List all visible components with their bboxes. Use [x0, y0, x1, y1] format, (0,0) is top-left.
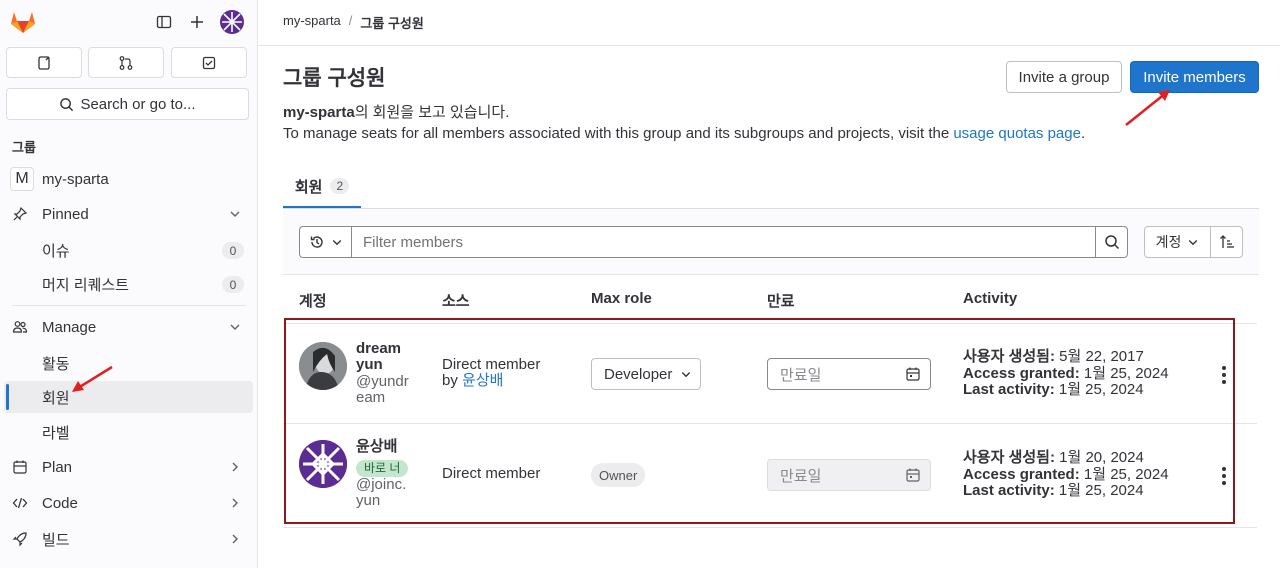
sidebar-build[interactable]: 빌드	[4, 523, 253, 555]
desc-group-name: my-sparta	[283, 104, 355, 121]
sidebar-manage[interactable]: Manage	[4, 311, 253, 343]
sidebar-item-merge-requests[interactable]: 머지 리퀘스트 0	[4, 268, 253, 300]
plan-label: Plan	[42, 458, 73, 476]
invite-group-button[interactable]: Invite a group	[1006, 61, 1122, 93]
pin-icon	[13, 206, 28, 221]
count-badge: 0	[222, 242, 244, 259]
count-badge: 0	[222, 276, 244, 293]
row-divider	[283, 527, 1257, 528]
sidebar-item-label: 이슈	[42, 242, 70, 260]
sidebar-group-link[interactable]: M my-sparta	[4, 163, 253, 195]
sidebar-pinned[interactable]: Pinned	[4, 198, 253, 230]
rocket-icon	[12, 532, 27, 547]
chevron-down-icon	[1189, 240, 1198, 246]
annotation-highlight-box	[284, 318, 1235, 524]
desc-line2-suffix: .	[1080, 125, 1086, 142]
header-source: 소스	[442, 293, 470, 310]
todo-icon	[202, 56, 216, 69]
search-icon	[60, 97, 74, 111]
tab-label: 회원	[294, 178, 323, 196]
group-initial-avatar: M	[10, 167, 34, 191]
page-title: 그룹 구성원	[283, 67, 386, 90]
breadcrumb-current[interactable]: 그룹 구성원	[360, 13, 423, 32]
gitlab-logo-icon[interactable]	[10, 10, 36, 34]
recent-searches-button[interactable]	[299, 226, 352, 258]
sidebar-item-issues[interactable]: 이슈 0	[4, 234, 253, 266]
sidebar-item-label: 머지 리퀘스트	[42, 276, 129, 294]
todo-shortcut-button[interactable]	[171, 47, 247, 78]
issues-icon	[38, 55, 50, 70]
usage-quotas-link[interactable]: usage quotas page	[953, 125, 1081, 142]
section-label: 그룹	[12, 140, 36, 155]
manage-label: Manage	[42, 318, 97, 336]
chevron-down-icon	[230, 211, 240, 217]
group-name: my-sparta	[42, 170, 109, 188]
sort-dropdown[interactable]: 계정	[1144, 226, 1211, 258]
sidebar-item-labels[interactable]: 라벨	[4, 416, 253, 448]
merge-request-icon	[119, 55, 133, 70]
search-label: Search or go to...	[80, 95, 196, 113]
annotation-arrow-icon	[1125, 90, 1170, 126]
sidebar-item-activity[interactable]: 활동	[4, 347, 253, 379]
code-icon	[12, 497, 28, 509]
sidebar-code[interactable]: Code	[4, 487, 253, 519]
chevron-right-icon	[232, 534, 238, 544]
chevron-down-icon	[332, 240, 342, 246]
history-icon	[310, 236, 323, 248]
calendar-icon	[13, 460, 27, 474]
pinned-label: Pinned	[42, 205, 89, 223]
chevron-down-icon	[230, 324, 240, 330]
users-icon	[12, 321, 28, 333]
tab-members[interactable]: 회원 2	[283, 166, 361, 208]
active-indicator	[6, 384, 9, 410]
annotation-arrow-icon	[72, 365, 113, 392]
code-label: Code	[42, 494, 78, 512]
filter-placeholder: Filter members	[363, 233, 464, 251]
breadcrumb-separator: /	[348, 13, 353, 28]
sidebar-toggle-icon[interactable]	[154, 12, 174, 32]
breadcrumb-root[interactable]: my-sparta	[283, 13, 341, 32]
page-description: my-sparta의 회원을 보고 있습니다. To manage seats …	[283, 102, 1085, 144]
build-label: 빌드	[42, 531, 70, 549]
desc-suffix: 의 회원을 보고 있습니다.	[354, 104, 510, 121]
sidebar-item-members[interactable]: 회원	[4, 381, 253, 413]
tab-count-badge: 2	[330, 178, 350, 194]
merge-requests-shortcut-button[interactable]	[88, 47, 164, 78]
sort-label: 계정	[1155, 234, 1182, 250]
sort-lowest-icon	[1219, 235, 1234, 248]
header-max-role: Max role	[591, 290, 652, 307]
issues-shortcut-button[interactable]	[6, 47, 82, 78]
sidebar-plan[interactable]: Plan	[4, 451, 253, 483]
header-divider	[258, 45, 1280, 46]
user-avatar[interactable]	[220, 10, 244, 34]
plus-icon[interactable]	[187, 12, 207, 32]
header-activity: Activity	[963, 290, 1018, 307]
divider	[12, 305, 246, 306]
filter-search-button[interactable]	[1095, 226, 1128, 258]
filter-members-input[interactable]: Filter members	[351, 226, 1096, 258]
search-button[interactable]: Search or go to...	[6, 88, 249, 120]
chevron-right-icon	[232, 498, 238, 508]
header-expiration: 만료	[767, 293, 795, 310]
desc-line2: To manage seats for all members associat…	[283, 125, 954, 142]
breadcrumb: my-sparta / 그룹 구성원	[283, 13, 424, 32]
header-account: 계정	[299, 293, 327, 310]
sidebar: Search or go to... 그룹 M my-sparta Pinned…	[0, 0, 258, 568]
search-icon	[1104, 235, 1119, 250]
sort-direction-button[interactable]	[1210, 226, 1243, 258]
chevron-right-icon	[232, 462, 238, 472]
sidebar-item-label: 라벨	[42, 424, 70, 442]
